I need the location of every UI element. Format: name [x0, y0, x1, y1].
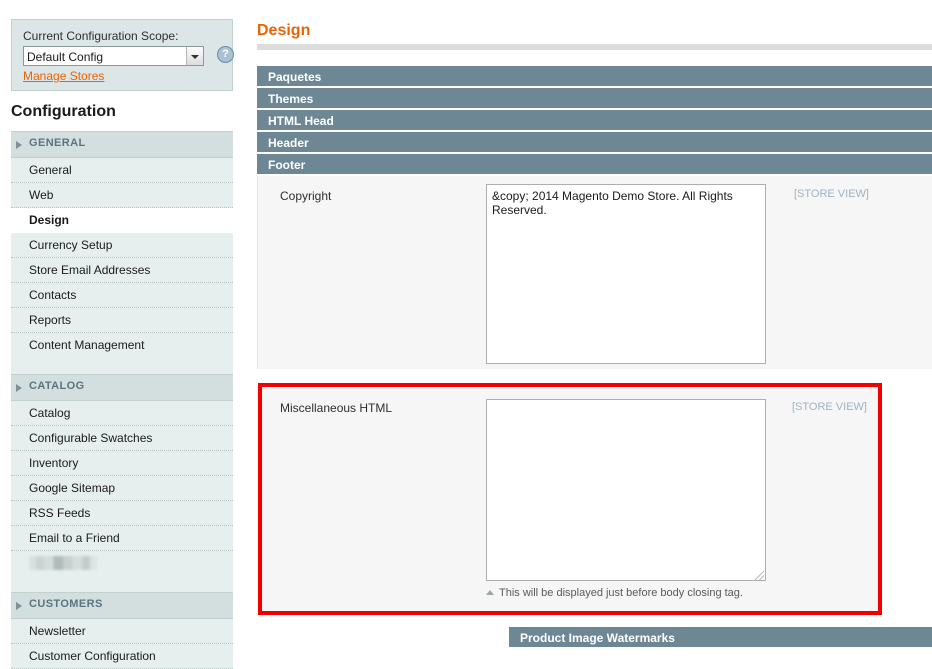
sidebar-group-label: CUSTOMERS	[29, 598, 103, 610]
sidebar-item-design[interactable]: Design	[11, 208, 243, 233]
sidebar-item-web[interactable]: Web	[11, 183, 233, 208]
sidebar-item-configurable-swatches[interactable]: Configurable Swatches	[11, 426, 233, 451]
sidebar-item-inventory[interactable]: Inventory	[11, 451, 233, 476]
section-header-product-image-watermarks[interactable]: Product Image Watermarks	[509, 627, 932, 649]
field-row-miscellaneous-html-highlighted: Miscellaneous HTML [STORE VIEW] This wil…	[258, 383, 882, 615]
sidebar-item-redacted[interactable]	[11, 551, 233, 576]
question-mark-icon[interactable]: ?	[217, 46, 234, 63]
sidebar-nav: GENERAL General Web Design Currency Setu…	[11, 131, 233, 669]
sidebar-group-label: CATALOG	[29, 380, 85, 392]
copyright-label: Copyright	[280, 189, 331, 203]
section-header-html-head[interactable]: HTML Head	[257, 110, 932, 132]
page-title-configuration: Configuration	[11, 103, 116, 121]
triangle-right-icon	[16, 384, 22, 392]
triangle-right-icon	[16, 141, 22, 149]
manage-stores-link[interactable]: Manage Stores	[23, 69, 104, 83]
left-column: Current Configuration Scope: Default Con…	[0, 0, 245, 647]
scope-select-wrapper[interactable]: Default Config	[23, 46, 204, 66]
triangle-up-icon	[486, 590, 494, 595]
page-title: Design	[257, 22, 310, 40]
sidebar-group-general[interactable]: GENERAL	[11, 132, 233, 158]
sidebar-item-store-email-addresses[interactable]: Store Email Addresses	[11, 258, 233, 283]
redacted-text-block	[29, 556, 97, 570]
sidebar-group-customers[interactable]: CUSTOMERS	[11, 592, 233, 619]
section-header-header[interactable]: Header	[257, 132, 932, 154]
sidebar-item-catalog[interactable]: Catalog	[11, 401, 233, 426]
miscellaneous-html-label: Miscellaneous HTML	[280, 401, 392, 415]
configuration-scope-panel: Current Configuration Scope: Default Con…	[11, 19, 233, 91]
sidebar-item-reports[interactable]: Reports	[11, 308, 233, 333]
status-badge-store-view: [STORE VIEW]	[794, 188, 869, 200]
sidebar-item-customer-configuration[interactable]: Customer Configuration	[11, 644, 233, 669]
scope-select[interactable]: Default Config	[23, 46, 204, 66]
miscellaneous-html-textarea[interactable]	[486, 399, 766, 581]
sidebar-item-contacts[interactable]: Contacts	[11, 283, 233, 308]
section-header-footer[interactable]: Footer	[257, 154, 932, 176]
scope-label: Current Configuration Scope:	[23, 29, 178, 43]
field-row-copyright: Copyright [STORE VIEW]	[258, 176, 932, 369]
sidebar-item-general[interactable]: General	[11, 158, 233, 183]
sidebar-item-email-to-a-friend[interactable]: Email to a Friend	[11, 526, 233, 551]
magento-admin-configuration-page: Current Configuration Scope: Default Con…	[0, 0, 932, 647]
config-sections: Paquetes Themes HTML Head Header Footer …	[257, 66, 932, 369]
title-divider	[257, 44, 932, 50]
copyright-textarea[interactable]	[486, 184, 766, 364]
section-body-footer: Copyright [STORE VIEW]	[257, 176, 932, 369]
section-header-paquetes[interactable]: Paquetes	[257, 66, 932, 88]
hint-text: This will be displayed just before body …	[499, 587, 743, 599]
miscellaneous-html-hint: This will be displayed just before body …	[486, 587, 743, 599]
status-badge-store-view: [STORE VIEW]	[792, 401, 867, 413]
sidebar-spacer	[11, 358, 233, 374]
bottom-sections: Product Image Watermarks	[509, 627, 932, 649]
section-header-themes[interactable]: Themes	[257, 88, 932, 110]
sidebar-item-rss-feeds[interactable]: RSS Feeds	[11, 501, 233, 526]
sidebar-group-catalog[interactable]: CATALOG	[11, 374, 233, 401]
sidebar-spacer	[11, 576, 233, 592]
triangle-right-icon	[16, 602, 22, 610]
sidebar-group-label: GENERAL	[29, 137, 86, 149]
sidebar-item-currency-setup[interactable]: Currency Setup	[11, 233, 233, 258]
sidebar-item-content-management[interactable]: Content Management	[11, 333, 233, 358]
sidebar-item-google-sitemap[interactable]: Google Sitemap	[11, 476, 233, 501]
sidebar-item-newsletter[interactable]: Newsletter	[11, 619, 233, 644]
